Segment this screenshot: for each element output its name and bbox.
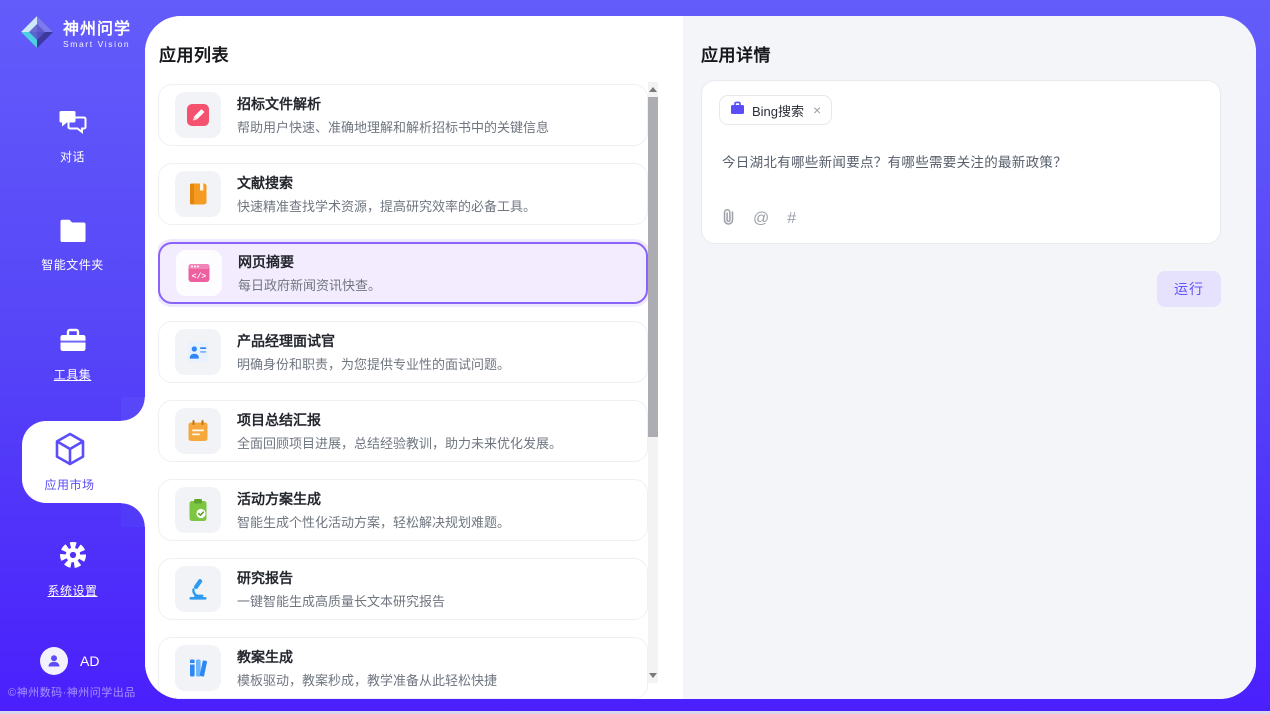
sidebar-item-smart-folder[interactable]: 智能文件夹 bbox=[0, 218, 145, 273]
gear-icon bbox=[58, 540, 88, 575]
prompt-input[interactable]: 今日湖北有哪些新闻要点？有哪些需要关注的最新政策？ bbox=[722, 151, 1200, 171]
active-tab-top-curve bbox=[121, 397, 145, 421]
list-scrollbar[interactable] bbox=[648, 82, 658, 683]
app-name: 网页摘要 bbox=[238, 252, 381, 272]
scroll-down-icon[interactable] bbox=[649, 673, 657, 678]
microscope-icon bbox=[175, 566, 221, 612]
app-row-research-report[interactable]: 研究报告 一键智能生成高质量长文本研究报告 bbox=[158, 558, 648, 620]
clipboard-check-icon bbox=[175, 487, 221, 533]
tool-chip-label: Bing搜索 bbox=[752, 101, 804, 120]
sidebar-item-label: 应用市场 bbox=[44, 476, 94, 493]
toolbox-icon bbox=[58, 327, 88, 359]
sidebar-item-label: 工具集 bbox=[54, 366, 92, 383]
chat-icon bbox=[58, 108, 88, 141]
sidebar-item-app-market[interactable]: 应用市场 bbox=[22, 421, 145, 503]
brand-diamond-icon bbox=[18, 13, 56, 56]
app-row-literature-search[interactable]: 文献搜索 快速精准查找学术资源，提高研究效率的必备工具。 bbox=[158, 163, 648, 225]
app-desc: 快速精准查找学术资源，提高研究效率的必备工具。 bbox=[237, 196, 536, 215]
avatar bbox=[40, 647, 68, 675]
app-detail-panel: 应用详情 Bing搜索 × 今日湖北有哪些新闻要点？有哪些需要关注的最新政策？ bbox=[683, 16, 1256, 699]
prompt-card[interactable]: Bing搜索 × 今日湖北有哪些新闻要点？有哪些需要关注的最新政策？ @ # bbox=[701, 80, 1221, 244]
app-list-title: 应用列表 bbox=[159, 41, 229, 66]
app-desc: 一键智能生成高质量长文本研究报告 bbox=[237, 591, 445, 610]
svg-text:</>: </> bbox=[192, 273, 207, 282]
active-tab-bottom-curve bbox=[121, 503, 145, 527]
app-row-event-plan[interactable]: 活动方案生成 智能生成个性化活动方案，轻松解决规划难题。 bbox=[158, 479, 648, 541]
run-button[interactable]: 运行 bbox=[1157, 271, 1221, 307]
note-icon bbox=[175, 408, 221, 454]
app-desc: 帮助用户快速、准确地理解和解析招标书中的关键信息 bbox=[237, 117, 549, 136]
cube-icon bbox=[54, 432, 86, 471]
doc-edit-icon bbox=[175, 92, 221, 138]
app-name: 活动方案生成 bbox=[237, 489, 510, 509]
scroll-up-icon[interactable] bbox=[649, 87, 657, 92]
sidebar-item-chat[interactable]: 对话 bbox=[0, 108, 145, 165]
brand-subtitle: Smart Vision bbox=[63, 39, 131, 49]
app-name: 文献搜索 bbox=[237, 173, 536, 193]
folder-icon bbox=[58, 218, 88, 249]
book-icon bbox=[175, 171, 221, 217]
paperclip-icon[interactable] bbox=[722, 208, 735, 230]
user-initials: AD bbox=[80, 653, 99, 669]
main-surface: 应用列表 招标文件解析 帮助用户快速、准确地理解和解析招标书中的关键信息 bbox=[145, 16, 1256, 699]
books-icon bbox=[175, 645, 221, 691]
hash-icon[interactable]: # bbox=[787, 210, 796, 228]
mention-icon[interactable]: @ bbox=[753, 210, 769, 228]
app-row-project-summary[interactable]: 项目总结汇报 全面回顾项目进展，总结经验教训，助力未来优化发展。 bbox=[158, 400, 648, 462]
sidebar: 神州问学 Smart Vision 对话 智能文件夹 工具集 bbox=[0, 0, 145, 714]
sidebar-item-label: 智能文件夹 bbox=[41, 256, 104, 273]
brand-name: 神州问学 bbox=[63, 21, 131, 39]
app-name: 招标文件解析 bbox=[237, 94, 549, 114]
app-name: 教案生成 bbox=[237, 647, 497, 667]
app-desc: 全面回顾项目进展，总结经验教训，助力未来优化发展。 bbox=[237, 433, 562, 452]
app-name: 产品经理面试官 bbox=[237, 331, 510, 351]
user-account[interactable]: AD bbox=[40, 647, 99, 675]
sidebar-item-label: 系统设置 bbox=[47, 582, 97, 599]
app-desc: 智能生成个性化活动方案，轻松解决规划难题。 bbox=[237, 512, 510, 531]
app-desc: 模板驱动，教案秒成，教学准备从此轻松快捷 bbox=[237, 670, 497, 689]
app-row-bid-doc-analysis[interactable]: 招标文件解析 帮助用户快速、准确地理解和解析招标书中的关键信息 bbox=[158, 84, 648, 146]
briefcase-icon bbox=[730, 101, 745, 120]
app-desc: 明确身份和职责，为您提供专业性的面试问题。 bbox=[237, 354, 510, 373]
app-detail-title: 应用详情 bbox=[701, 41, 771, 66]
copyright-text: ©神州数码·神州问学出品 bbox=[8, 684, 136, 700]
sidebar-item-label: 对话 bbox=[60, 148, 85, 165]
app-desc: 每日政府新闻资讯快查。 bbox=[238, 275, 381, 294]
app-row-web-summary[interactable]: </> 网页摘要 每日政府新闻资讯快查。 bbox=[158, 242, 648, 304]
app-logo: 神州问学 Smart Vision bbox=[18, 13, 131, 56]
app-row-lesson-plan[interactable]: 教案生成 模板驱动，教案秒成，教学准备从此轻松快捷 bbox=[158, 637, 648, 699]
sidebar-item-toolset[interactable]: 工具集 bbox=[0, 327, 145, 383]
sidebar-item-settings[interactable]: 系统设置 bbox=[0, 540, 145, 599]
app-row-pm-interviewer[interactable]: 产品经理面试官 明确身份和职责，为您提供专业性的面试问题。 bbox=[158, 321, 648, 383]
tool-chip-bing-search[interactable]: Bing搜索 × bbox=[719, 95, 832, 125]
scrollbar-thumb[interactable] bbox=[648, 97, 658, 437]
resume-icon bbox=[175, 329, 221, 375]
app-list-panel: 应用列表 招标文件解析 帮助用户快速、准确地理解和解析招标书中的关键信息 bbox=[145, 16, 683, 699]
web-code-icon: </> bbox=[176, 250, 222, 296]
app-name: 研究报告 bbox=[237, 568, 445, 588]
app-list: 招标文件解析 帮助用户快速、准确地理解和解析招标书中的关键信息 文献搜索 快速精… bbox=[158, 84, 648, 699]
app-name: 项目总结汇报 bbox=[237, 410, 562, 430]
composer-toolbar: @ # bbox=[722, 208, 796, 230]
chip-close-icon[interactable]: × bbox=[813, 103, 821, 117]
